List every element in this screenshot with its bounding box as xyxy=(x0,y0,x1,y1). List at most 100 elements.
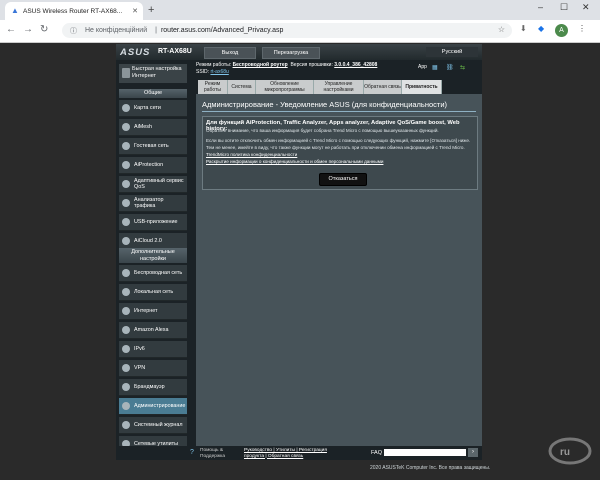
status-info: Режим работы: Беспроводной роутер Версия… xyxy=(196,62,378,75)
router-model: RT-AX68U xyxy=(158,48,192,55)
sidebar-item[interactable]: AiMesh xyxy=(119,119,187,136)
sidebar-item-label: Беспроводная сеть xyxy=(134,269,183,276)
tab[interactable]: Обновление микропрограммы xyxy=(256,80,314,94)
sidebar-item-icon xyxy=(122,218,130,226)
notice-line: Тем не менее, имейте в виду, что также ф… xyxy=(206,145,465,150)
reboot-button[interactable]: Перезагрузка xyxy=(262,47,320,59)
sidebar-item-label: AiMesh xyxy=(134,123,152,130)
sidebar-item[interactable]: AiProtection xyxy=(119,157,187,174)
sidebar-item[interactable]: Анализатор трафика xyxy=(119,195,187,212)
tab[interactable]: Управление настройками xyxy=(314,80,364,94)
trendmicro-policy-link[interactable]: TrendMicro политика конфиденциальности xyxy=(206,152,297,157)
copyright: 2020 ASUSTeK Computer Inc. Все права защ… xyxy=(370,465,491,471)
firmware-link[interactable]: 3.0.0.4_386_42808 xyxy=(334,62,377,68)
sidebar-item[interactable]: IPv6 xyxy=(119,341,187,358)
faq-search-input[interactable] xyxy=(384,449,466,456)
back-icon[interactable]: ← xyxy=(6,24,16,35)
browser-tab[interactable]: ▲ ASUS Wireless Router RT-AX68... ✕ xyxy=(5,2,143,20)
sidebar-item-label: Системный журнал xyxy=(134,421,183,428)
privacy-panel: Администрирование - Уведомление ASUS (дл… xyxy=(196,94,482,459)
usb-icon[interactable]: ⇆ xyxy=(460,64,465,71)
decline-button[interactable]: Отказаться xyxy=(319,173,367,186)
sidebar-item[interactable]: Адаптивный сервис QoS xyxy=(119,176,187,193)
footer: ? Помощь & Поддержка Руководство | Утили… xyxy=(116,446,482,460)
network-icon[interactable]: ⛓ xyxy=(446,64,454,71)
sidebar-item[interactable]: Amazon Alexa xyxy=(119,322,187,339)
sidebar-item[interactable]: Администрирование xyxy=(119,398,187,415)
privacy-notice-box: Для функций AiProtection, Traffic Analyz… xyxy=(202,116,478,190)
sidebar-item[interactable]: Брандмауэр xyxy=(119,379,187,396)
reload-icon[interactable]: ↻ xyxy=(40,24,48,35)
sidebar-item-label: Интернет xyxy=(134,307,158,314)
sidebar-item-label: Amazon Alexa xyxy=(134,326,169,333)
watermark-logo: ru xyxy=(548,437,592,465)
page-title: Администрирование - Уведомление ASUS (дл… xyxy=(202,100,448,109)
faq-search-button[interactable]: › xyxy=(468,448,478,457)
menu-dots-icon[interactable]: ⋮ xyxy=(578,24,586,33)
sidebar-item-icon xyxy=(122,326,130,334)
tabs: Режим работы Система Обновление микропрогр… xyxy=(198,80,482,94)
logout-button[interactable]: Выход xyxy=(204,47,256,59)
browser-tabbar: ▲ ASUS Wireless Router RT-AX68... ✕ + – … xyxy=(0,0,600,20)
asus-logo: ASUS xyxy=(120,47,151,58)
sidebar-item-label: Локальная сеть xyxy=(134,288,174,295)
sidebar-item-icon xyxy=(122,402,130,410)
sidebar-item-icon xyxy=(122,180,130,188)
sidebar-item-icon xyxy=(122,199,130,207)
tab[interactable]: Система xyxy=(228,80,256,94)
sidebar-qis[interactable]: Быстрая настройка Интернет xyxy=(119,64,187,83)
app-label[interactable]: App xyxy=(418,64,427,70)
new-tab-icon[interactable]: + xyxy=(148,4,154,16)
sidebar-group-advanced: Дополнительные настройки xyxy=(119,248,187,263)
ssid-link[interactable]: rt-ax68u xyxy=(210,69,228,75)
tab[interactable]: Приватность xyxy=(402,80,442,94)
sidebar-item-icon xyxy=(122,307,130,315)
footer-links[interactable]: Руководство | Утилиты | Регистрация прод… xyxy=(244,448,327,459)
sidebar-item-icon xyxy=(122,123,130,131)
avatar[interactable]: A xyxy=(555,24,568,37)
language-select[interactable]: Русский xyxy=(426,47,478,57)
sidebar-item[interactable]: Карта сети xyxy=(119,100,187,117)
sidebar-item-label: Администрирование xyxy=(134,402,186,409)
info-icon[interactable]: ⓘ xyxy=(70,26,77,36)
sidebar-item[interactable]: Гостевая сеть xyxy=(119,138,187,155)
sidebar-item-icon xyxy=(122,288,130,296)
sidebar-item-label: Адаптивный сервис QoS xyxy=(134,177,184,191)
browser-toolbar: ← → ↻ ⓘ Не конфіденційний | router.asus.… xyxy=(0,20,600,43)
tab[interactable]: Обратная связь xyxy=(364,80,402,94)
translate-icon[interactable]: ◆ xyxy=(538,24,544,33)
privacy-disclosure-link[interactable]: Раскрытие информации о конфиденциальност… xyxy=(206,159,383,164)
qr-icon[interactable]: ▦ xyxy=(432,64,438,71)
sidebar-item[interactable]: USB-приложение xyxy=(119,214,187,231)
svg-text:ru: ru xyxy=(560,447,570,458)
minimize-icon[interactable]: – xyxy=(538,2,543,12)
help-icon: ? xyxy=(190,449,194,456)
notice-line: Если вы хотите отключить обмен информаци… xyxy=(206,138,471,143)
maximize-icon[interactable]: ☐ xyxy=(560,2,568,13)
asus-favicon-icon: ▲ xyxy=(11,6,19,15)
sidebar-item-icon xyxy=(122,421,130,429)
close-tab-icon[interactable]: ✕ xyxy=(132,7,138,15)
sidebar-item-icon xyxy=(122,383,130,391)
forward-icon[interactable]: → xyxy=(23,24,33,35)
sidebar-item-icon xyxy=(122,237,130,245)
bookmark-star-icon[interactable]: ☆ xyxy=(498,25,505,34)
sidebar-item[interactable]: Беспроводная сеть xyxy=(119,265,187,282)
sidebar-item-label: Карта сети xyxy=(134,104,161,111)
sidebar-item-label: AiCloud 2.0 xyxy=(134,237,162,244)
sidebar-item[interactable]: VPN xyxy=(119,360,187,377)
address-bar[interactable]: ⓘ Не конфіденційний | router.asus.com/Ad… xyxy=(62,23,512,38)
help-support: Помощь & Поддержка xyxy=(200,448,226,459)
close-window-icon[interactable]: ✕ xyxy=(582,2,590,13)
tab[interactable]: Режим работы xyxy=(198,80,228,94)
notice-line: Обратите внимание, что ваша информация б… xyxy=(206,128,439,133)
sidebar-item[interactable]: Системный журнал xyxy=(119,417,187,434)
url-text[interactable]: router.asus.com/Advanced_Privacy.asp xyxy=(161,27,283,34)
op-mode-link[interactable]: Беспроводной роутер xyxy=(233,62,288,68)
faq-label: FAQ xyxy=(371,450,383,456)
sidebar-item[interactable]: Интернет xyxy=(119,303,187,320)
extension-icon[interactable]: ⬇ xyxy=(520,24,527,33)
sidebar-item-icon xyxy=(122,161,130,169)
not-secure-label: Не конфіденційний xyxy=(85,27,148,34)
sidebar-item[interactable]: Локальная сеть xyxy=(119,284,187,301)
